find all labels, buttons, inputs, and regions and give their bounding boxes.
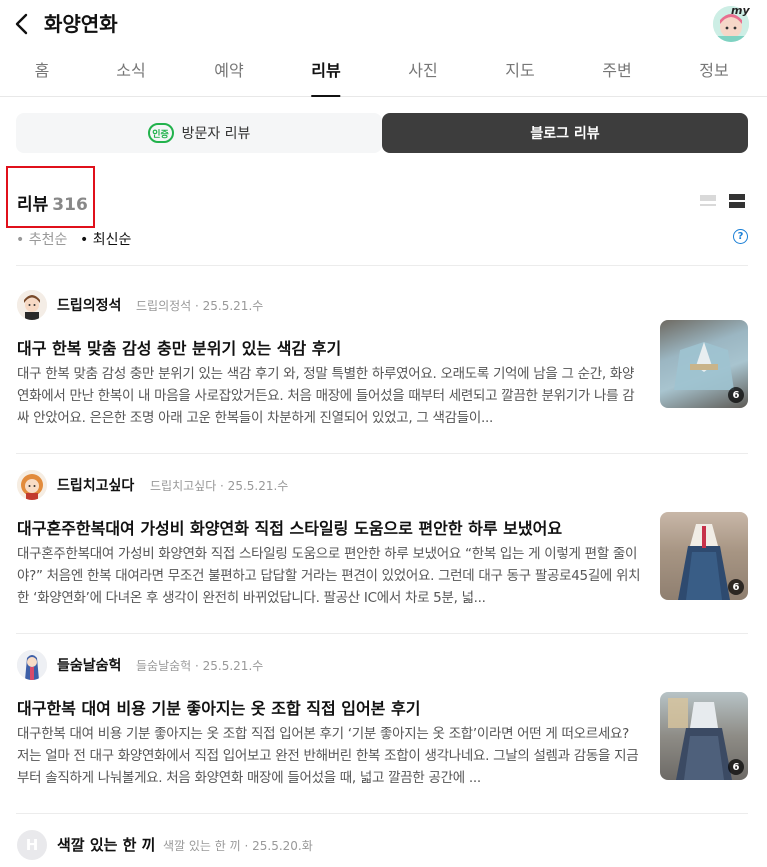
divider <box>16 265 748 266</box>
photo-count-badge: 6 <box>728 387 744 403</box>
character-avatar-icon <box>17 290 47 320</box>
sort-latest[interactable]: • 최신순 <box>80 229 131 249</box>
tab-photo[interactable]: 사진 <box>408 52 437 97</box>
review-meta: 들숨날숨헉 · 25.5.21.수 <box>136 659 264 673</box>
review-meta: 드립의정석 · 25.5.21.수 <box>136 299 264 313</box>
tab-news[interactable]: 소식 <box>116 52 145 97</box>
visitor-review-label: 방문자 리뷰 <box>181 126 251 142</box>
author-name[interactable]: 색깔 있는 한 끼 <box>57 834 155 855</box>
divider <box>16 453 748 454</box>
review-item[interactable]: 드립치고싶다 드립치고싶다 · 25.5.21.수 대구혼주한복대여 가성비 화… <box>0 470 767 650</box>
photo-count-badge: 6 <box>728 759 744 775</box>
sort-recommended[interactable]: • 추천순 <box>16 229 67 249</box>
list-view-icon[interactable] <box>700 193 718 209</box>
review-title[interactable]: 대구한복 대여 비용 기분 좋아지는 옷 조합 직접 입어본 후기 <box>17 695 637 719</box>
photo-count-badge: 6 <box>728 579 744 595</box>
review-title[interactable]: 대구 한복 맞춤 감성 충만 분위기 있는 색감 후기 <box>17 335 637 359</box>
divider <box>16 813 748 814</box>
review-item[interactable]: H 색깔 있는 한 끼 색깔 있는 한 끼 · 25.5.20.화 <box>0 830 767 867</box>
blog-review-segment[interactable]: 블로그 리뷰 <box>382 113 748 153</box>
review-excerpt[interactable]: 대구혼주한복대여 가성비 화양연화 직접 스타일링 도움으로 편안한 하루 보냈… <box>17 543 643 609</box>
review-thumbnail[interactable]: 6 <box>660 692 748 780</box>
review-count-heading: 리뷰 316 <box>17 190 88 215</box>
review-meta: 드립치고싶다 · 25.5.21.수 <box>150 479 289 493</box>
page-title: 화양연화 <box>44 12 118 36</box>
author-avatar: H <box>17 830 47 860</box>
review-count: 316 <box>52 195 88 215</box>
divider <box>16 633 748 634</box>
author-avatar <box>17 290 47 320</box>
review-thumbnail[interactable]: 6 <box>660 320 748 408</box>
card-view-icon[interactable] <box>729 193 747 209</box>
blog-review-label: 블로그 리뷰 <box>530 126 600 142</box>
certified-icon: 인증 <box>147 123 174 143</box>
review-item[interactable]: 들숨날숨헉 들숨날숨헉 · 25.5.21.수 대구한복 대여 비용 기분 좋아… <box>0 650 767 830</box>
author-name[interactable]: 드립치고싶다 <box>57 475 134 495</box>
review-excerpt[interactable]: 대구한복 대여 비용 기분 좋아지는 옷 조합 직접 입어본 후기 ‘기분 좋아… <box>17 723 643 789</box>
tab-bar: 홈 소식 예약 리뷰 사진 지도 주변 정보 <box>0 52 767 97</box>
author-name[interactable]: 들숨날숨헉 <box>57 655 121 675</box>
review-label: 리뷰 <box>17 195 49 215</box>
tab-home[interactable]: 홈 <box>35 52 50 97</box>
tab-map[interactable]: 지도 <box>505 52 534 97</box>
top-header: 화양연화 my <box>0 0 767 48</box>
my-label: my <box>731 4 750 17</box>
author-avatar <box>17 650 47 680</box>
review-meta: 색깔 있는 한 끼 · 25.5.20.화 <box>163 839 313 853</box>
tab-nearby[interactable]: 주변 <box>602 52 631 97</box>
review-excerpt[interactable]: 대구 한복 맞춤 감성 충만 분위기 있는 색감 후기 와, 정말 특별한 하루… <box>17 363 643 429</box>
help-icon[interactable]: ? <box>733 229 748 244</box>
review-item[interactable]: 드립의정석 드립의정석 · 25.5.21.수 대구 한복 맞춤 감성 충만 분… <box>0 290 767 470</box>
tab-review[interactable]: 리뷰 <box>311 52 342 97</box>
review-thumbnail[interactable]: 6 <box>660 512 748 600</box>
review-title[interactable]: 대구혼주한복대여 가성비 화양연화 직접 스타일링 도움으로 편안한 하루 보냈… <box>17 515 657 539</box>
character-avatar-icon <box>17 650 47 680</box>
tab-info[interactable]: 정보 <box>699 52 728 97</box>
character-avatar-icon <box>17 470 47 500</box>
author-avatar <box>17 470 47 500</box>
visitor-review-segment[interactable]: 인증 방문자 리뷰 <box>16 113 382 153</box>
tab-reservation[interactable]: 예약 <box>214 52 243 97</box>
author-name[interactable]: 드립의정석 <box>57 295 121 315</box>
back-arrow-icon[interactable] <box>12 10 34 38</box>
